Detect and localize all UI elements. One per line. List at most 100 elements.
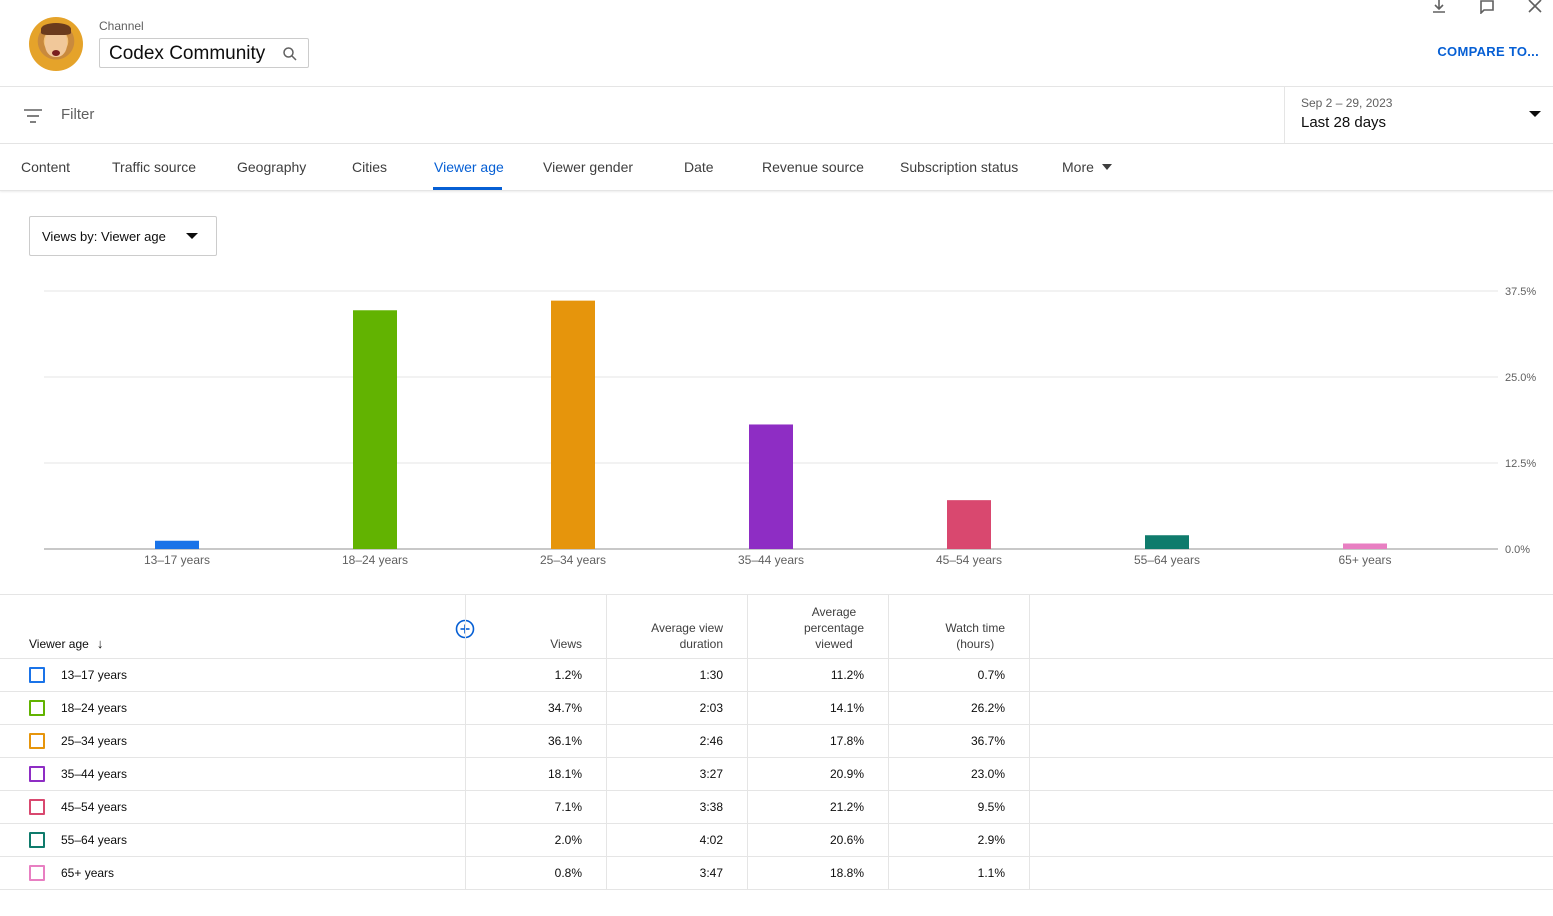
column-header-line: viewed [815, 637, 853, 651]
cell-views: 34.7% [547, 701, 582, 715]
cell-avg-view-duration: 4:02 [699, 833, 723, 847]
viewer-age-chart: 0.0% 12.5% 25.0% 37.5% 13–17 years 18–24 year… [44, 286, 1536, 567]
cell-avg-percentage-viewed: 20.6% [829, 833, 864, 847]
channel-label: Channel [99, 19, 144, 33]
column-header-line: Average view [651, 621, 723, 635]
filter-bar: Filter Sep 2 – 29, 2023 Last 28 days [0, 87, 1553, 144]
feedback-icon[interactable] [1479, 0, 1495, 14]
column-header-views-label: Views [550, 637, 582, 651]
tab-viewer-age[interactable]: Viewer age [434, 159, 504, 175]
cell-views: 18.1% [547, 767, 582, 781]
chevron-down-icon [1101, 164, 1112, 170]
column-divider [606, 791, 607, 823]
bar-7[interactable] [1343, 543, 1387, 549]
bar-5[interactable] [947, 500, 991, 549]
column-divider [888, 692, 889, 724]
y-tick-label: 0.0% [1505, 544, 1530, 556]
bar-4[interactable] [749, 424, 793, 549]
y-tick-label: 12.5% [1505, 458, 1536, 470]
tab-viewer-gender[interactable]: Viewer gender [543, 159, 633, 175]
chevron-down-icon [1529, 111, 1541, 117]
table-row[interactable]: 65+ years 0.8% 3:47 18.8% 1.1% [0, 857, 1553, 890]
bar-1[interactable] [155, 540, 199, 549]
bar-2[interactable] [353, 310, 397, 549]
views-by-dropdown[interactable]: Views by: Viewer age [29, 216, 217, 256]
tab-geography[interactable]: Geography [237, 159, 306, 175]
tab-subscription-status[interactable]: Subscription status [900, 159, 1018, 175]
sort-arrow-icon: ↓ [96, 636, 104, 651]
table-row[interactable]: 18–24 years 34.7% 2:03 14.1% 26.2% [0, 692, 1553, 725]
row-checkbox[interactable] [29, 667, 45, 683]
column-divider [1029, 824, 1030, 856]
tab-date[interactable]: Date [684, 159, 714, 175]
column-divider [465, 725, 466, 757]
row-checkbox[interactable] [29, 733, 45, 749]
search-icon[interactable] [281, 45, 299, 63]
chevron-down-icon [186, 233, 198, 239]
column-divider [888, 824, 889, 856]
cell-watch-time: 36.7% [970, 734, 1005, 748]
column-divider [747, 791, 748, 823]
tab-more[interactable]: More [1062, 159, 1112, 175]
table-row[interactable]: 35–44 years 18.1% 3:27 20.9% 23.0% [0, 758, 1553, 791]
tab-cities[interactable]: Cities [352, 159, 387, 175]
x-tick-label: 25–34 years [540, 553, 606, 567]
column-divider [465, 758, 466, 790]
column-divider [1029, 692, 1030, 724]
table-row[interactable]: 45–54 years 7.1% 3:38 21.2% 9.5% [0, 791, 1553, 824]
column-divider [606, 857, 607, 889]
channel-selector[interactable]: Codex Community [99, 38, 309, 68]
row-age-label: 25–34 years [61, 734, 128, 748]
table-row[interactable]: 55–64 years 2.0% 4:02 20.6% 2.9% [0, 824, 1553, 857]
compare-to-button[interactable]: COMPARE TO... [1437, 44, 1539, 59]
cell-avg-view-duration: 3:27 [699, 767, 723, 781]
download-icon[interactable] [1431, 0, 1447, 14]
dimension-tabs: Content Traffic source Geography Cities … [0, 144, 1553, 191]
cell-watch-time: 23.0% [970, 767, 1005, 781]
column-header-views[interactable]: Views [465, 595, 606, 659]
column-divider [888, 758, 889, 790]
column-header-avg-percentage-viewed[interactable]: Average percentage viewed [747, 595, 888, 659]
date-period-label: Last 28 days [1301, 114, 1387, 131]
table-body: 13–17 years 1.2% 1:30 11.2% 0.7% 18–24 years 3… [0, 659, 1553, 890]
row-checkbox[interactable] [29, 832, 45, 848]
channel-avatar[interactable] [29, 17, 83, 71]
bar-6[interactable] [1145, 535, 1189, 549]
cell-views: 2.0% [554, 833, 582, 847]
row-checkbox[interactable] [29, 766, 45, 782]
cell-avg-percentage-viewed: 11.2% [830, 668, 864, 682]
table-row[interactable]: 13–17 years 1.2% 1:30 11.2% 0.7% [0, 659, 1553, 692]
cell-avg-percentage-viewed: 14.1% [829, 701, 864, 715]
column-divider [888, 857, 889, 889]
column-header-avg-view-duration[interactable]: Average view duration [606, 595, 747, 659]
column-divider [888, 791, 889, 823]
tab-revenue-source[interactable]: Revenue source [762, 159, 864, 175]
column-divider [888, 659, 889, 691]
column-divider [606, 758, 607, 790]
close-icon[interactable] [1527, 0, 1543, 14]
cell-watch-time: 9.5% [977, 800, 1005, 814]
row-checkbox[interactable] [29, 700, 45, 716]
row-age-label: 13–17 years [61, 668, 128, 682]
column-header-viewer-age[interactable]: Viewer age ↓ [29, 636, 103, 651]
tab-content[interactable]: Content [21, 159, 70, 175]
column-divider [747, 824, 748, 856]
column-divider [1029, 659, 1030, 691]
column-header-watch-time[interactable]: Watch time (hours) [888, 595, 1029, 659]
cell-views: 7.1% [554, 800, 582, 814]
date-range-picker[interactable]: Sep 2 – 29, 2023 Last 28 days [1284, 87, 1553, 144]
cell-avg-percentage-viewed: 18.8% [829, 866, 864, 880]
filter-input[interactable]: Filter [61, 106, 94, 123]
bar-3[interactable] [551, 300, 595, 549]
row-age-label: 65+ years [61, 866, 115, 880]
filter-icon[interactable] [23, 106, 43, 124]
column-divider [606, 595, 607, 658]
table-header: Viewer age ↓ Views Average view duration A… [0, 595, 1553, 659]
cell-avg-percentage-viewed: 20.9% [829, 767, 864, 781]
table-row[interactable]: 25–34 years 36.1% 2:46 17.8% 36.7% [0, 725, 1553, 758]
column-divider [465, 692, 466, 724]
row-checkbox[interactable] [29, 799, 45, 815]
row-checkbox[interactable] [29, 865, 45, 881]
x-tick-label: 45–54 years [936, 553, 1002, 567]
tab-traffic-source[interactable]: Traffic source [112, 159, 196, 175]
